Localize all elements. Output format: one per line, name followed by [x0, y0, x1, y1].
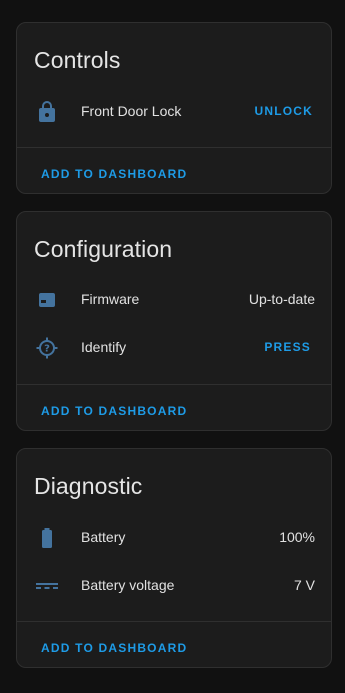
divider: [17, 621, 331, 622]
entity-label: Firmware: [81, 291, 140, 307]
diagnostic-card: Diagnostic Battery 100% Battery voltage …: [16, 448, 332, 668]
divider: [17, 147, 331, 148]
unlock-button[interactable]: UNLOCK: [252, 100, 315, 122]
card-title: Diagnostic: [34, 473, 143, 499]
add-to-dashboard-button[interactable]: ADD TO DASHBOARD: [35, 637, 193, 659]
entity-label: Battery voltage: [81, 577, 175, 593]
lock-icon: [35, 100, 59, 124]
press-button[interactable]: PRESS: [262, 336, 313, 358]
entity-row-battery-voltage[interactable]: Battery voltage 7 V: [17, 566, 331, 606]
entity-label: Identify: [81, 339, 127, 355]
configuration-card: Configuration Firmware Up-to-date ? Iden…: [16, 211, 332, 431]
add-to-dashboard-button[interactable]: ADD TO DASHBOARD: [35, 400, 193, 422]
entity-row-battery[interactable]: Battery 100%: [17, 518, 331, 558]
svg-text:?: ?: [44, 344, 50, 355]
entity-label: Front Door Lock: [81, 103, 182, 119]
entity-label: Battery: [81, 529, 126, 545]
divider: [17, 384, 331, 385]
add-to-dashboard-button[interactable]: ADD TO DASHBOARD: [35, 163, 193, 185]
battery-voltage-value: 7 V: [293, 577, 315, 593]
firmware-icon: [35, 288, 59, 312]
battery-value: 100%: [279, 529, 315, 545]
firmware-status: Up-to-date: [248, 291, 315, 307]
entity-row-front-door-lock[interactable]: Front Door Lock UNLOCK: [17, 92, 331, 132]
battery-icon: [35, 526, 59, 550]
card-title: Controls: [34, 47, 121, 73]
entity-row-identify[interactable]: ? Identify PRESS: [17, 328, 331, 368]
voltage-icon: [35, 574, 59, 598]
identify-icon: ?: [35, 336, 59, 360]
card-title: Configuration: [34, 236, 173, 262]
entity-row-firmware[interactable]: Firmware Up-to-date: [17, 280, 331, 320]
controls-card: Controls Front Door Lock UNLOCK ADD TO D…: [16, 22, 332, 194]
